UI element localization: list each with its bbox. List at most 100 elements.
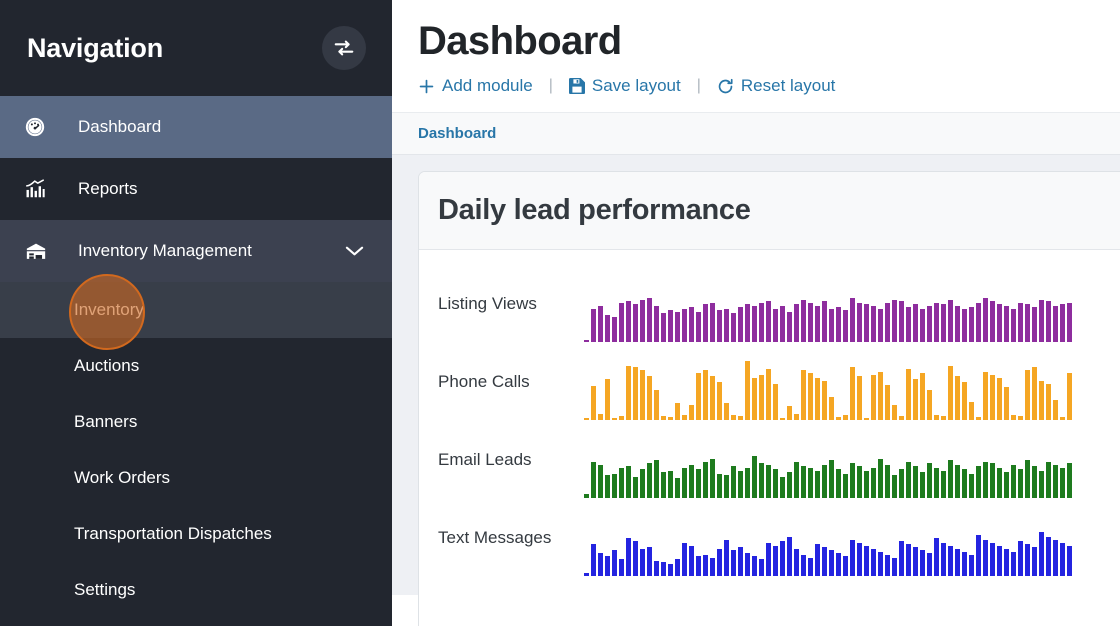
sparkline-bar	[724, 540, 729, 576]
sparkline-bar	[710, 376, 715, 420]
sparkline-bar	[1060, 543, 1065, 576]
sparkline-bar	[766, 543, 771, 576]
sparkline-bar	[969, 555, 974, 576]
sparkline-bar	[962, 309, 967, 342]
sidebar-subitem-work-orders[interactable]: Work Orders	[0, 450, 392, 506]
sparkline-bar	[941, 471, 946, 498]
sparkline-bar	[696, 556, 701, 576]
sparkline-bar	[689, 307, 694, 342]
sparkline-row: Listing Views	[419, 264, 1120, 342]
sparkline-bar	[829, 309, 834, 342]
sparkline-bar	[633, 477, 638, 498]
sparkline-bar	[745, 304, 750, 342]
add-module-button[interactable]: Add module	[418, 76, 533, 96]
sparkline-bar	[759, 463, 764, 498]
sparkline-bar	[598, 306, 603, 342]
sparkline-bar	[1032, 466, 1037, 498]
sparkline-bar	[983, 540, 988, 576]
sparkline-bar	[836, 469, 841, 498]
sparkline-bar	[626, 466, 631, 498]
sparkline-bar	[1032, 367, 1037, 420]
sidebar-item-label: Dashboard	[78, 117, 162, 136]
save-layout-label: Save layout	[591, 76, 681, 95]
sparkline-bar	[766, 301, 771, 342]
sparkline-chart[interactable]	[584, 282, 1120, 342]
sidebar-subitem-transportation-dispatches[interactable]: Transportation Dispatches	[0, 506, 392, 562]
sidebar-subitem-label: Transportation Dispatches	[74, 524, 272, 543]
sparkline-bar	[661, 313, 666, 342]
sparkline-bar	[1011, 465, 1016, 498]
sidebar-subitem-auctions[interactable]: Auctions	[0, 338, 392, 394]
sparkline-row: Phone Calls	[419, 342, 1120, 420]
sparkline-bar	[857, 376, 862, 420]
sparkline-bar	[899, 541, 904, 576]
sparkline-bar	[920, 550, 925, 576]
sparkline-bar	[815, 378, 820, 420]
sparkline-bar	[969, 402, 974, 420]
sidebar-title: Navigation	[27, 32, 164, 63]
sparkline-bar	[1067, 546, 1072, 576]
reset-layout-label: Reset layout	[740, 76, 836, 95]
chevron-down-icon[interactable]	[345, 245, 364, 258]
sparkline-bar	[752, 556, 757, 576]
sparkline-bar	[612, 550, 617, 576]
sparkline-bar	[633, 367, 638, 420]
sparkline-bar	[941, 543, 946, 576]
sparkline-bar	[668, 417, 673, 420]
sparkline-bar	[759, 559, 764, 576]
sparkline-chart[interactable]	[584, 360, 1120, 420]
sparkline-bar	[682, 543, 687, 576]
sparkline-bar	[885, 303, 890, 342]
toolbar-separator: |	[548, 77, 553, 94]
sparkline-chart[interactable]	[584, 438, 1120, 498]
sparkline-bar	[794, 462, 799, 498]
sidebar-subitem-inventory[interactable]: Inventory	[0, 282, 392, 338]
sparkline-bar	[619, 416, 624, 420]
sidebar-subitem-banners[interactable]: Banners	[0, 394, 392, 450]
sparkline-bar	[927, 390, 932, 420]
sidebar-item-reports[interactable]: Reports	[0, 158, 392, 220]
sparkline-bar	[626, 538, 631, 576]
sparkline-rows: Listing Views Phone Calls Email Leads Text …	[419, 264, 1120, 576]
sidebar-toggle-button[interactable]	[322, 26, 366, 70]
sparkline-bar	[1067, 463, 1072, 498]
sidebar-item-label: Inventory Management	[78, 241, 252, 260]
sparkline-bar	[997, 546, 1002, 576]
refresh-icon	[717, 78, 734, 95]
page-title: Dashboard	[418, 19, 622, 63]
reset-layout-button[interactable]: Reset layout	[717, 76, 836, 96]
sparkline-bar	[752, 306, 757, 342]
sparkline-bar	[661, 562, 666, 576]
sparkline-bar	[850, 463, 855, 498]
sidebar-item-dashboard[interactable]: Dashboard	[0, 96, 392, 158]
sparkline-bar	[675, 403, 680, 420]
sparkline-bar	[738, 416, 743, 420]
breadcrumb-item-dashboard[interactable]: Dashboard	[418, 125, 496, 142]
sparkline-bar	[717, 549, 722, 576]
sparkline-series-label: Text Messages	[438, 527, 552, 547]
sparkline-bar	[626, 301, 631, 342]
sparkline-bar	[920, 309, 925, 342]
sparkline-bar	[731, 313, 736, 342]
sparkline-bar	[780, 541, 785, 576]
sidebar-item-inventory-management[interactable]: Inventory Management	[0, 220, 392, 282]
sparkline-chart[interactable]	[584, 516, 1120, 576]
sparkline-bar	[808, 468, 813, 498]
sparkline-bar	[1025, 304, 1030, 342]
sparkline-bar	[1025, 544, 1030, 576]
save-layout-button[interactable]: Save layout	[568, 76, 681, 96]
sidebar-subitem-settings[interactable]: Settings	[0, 562, 392, 618]
sparkline-bar	[654, 390, 659, 420]
sparkline-bar	[584, 340, 589, 342]
sparkline-bar	[843, 415, 848, 420]
sparkline-bar	[983, 372, 988, 420]
sparkline-bar	[626, 366, 631, 420]
sparkline-bar	[724, 475, 729, 498]
sparkline-bar	[906, 307, 911, 342]
sparkline-series-label: Phone Calls	[438, 371, 530, 391]
sparkline-bar	[843, 556, 848, 576]
sparkline-bar	[892, 558, 897, 576]
sidebar-subitem-label: Work Orders	[74, 468, 171, 487]
sparkline-bar	[1011, 309, 1016, 342]
sparkline-bar	[976, 417, 981, 420]
